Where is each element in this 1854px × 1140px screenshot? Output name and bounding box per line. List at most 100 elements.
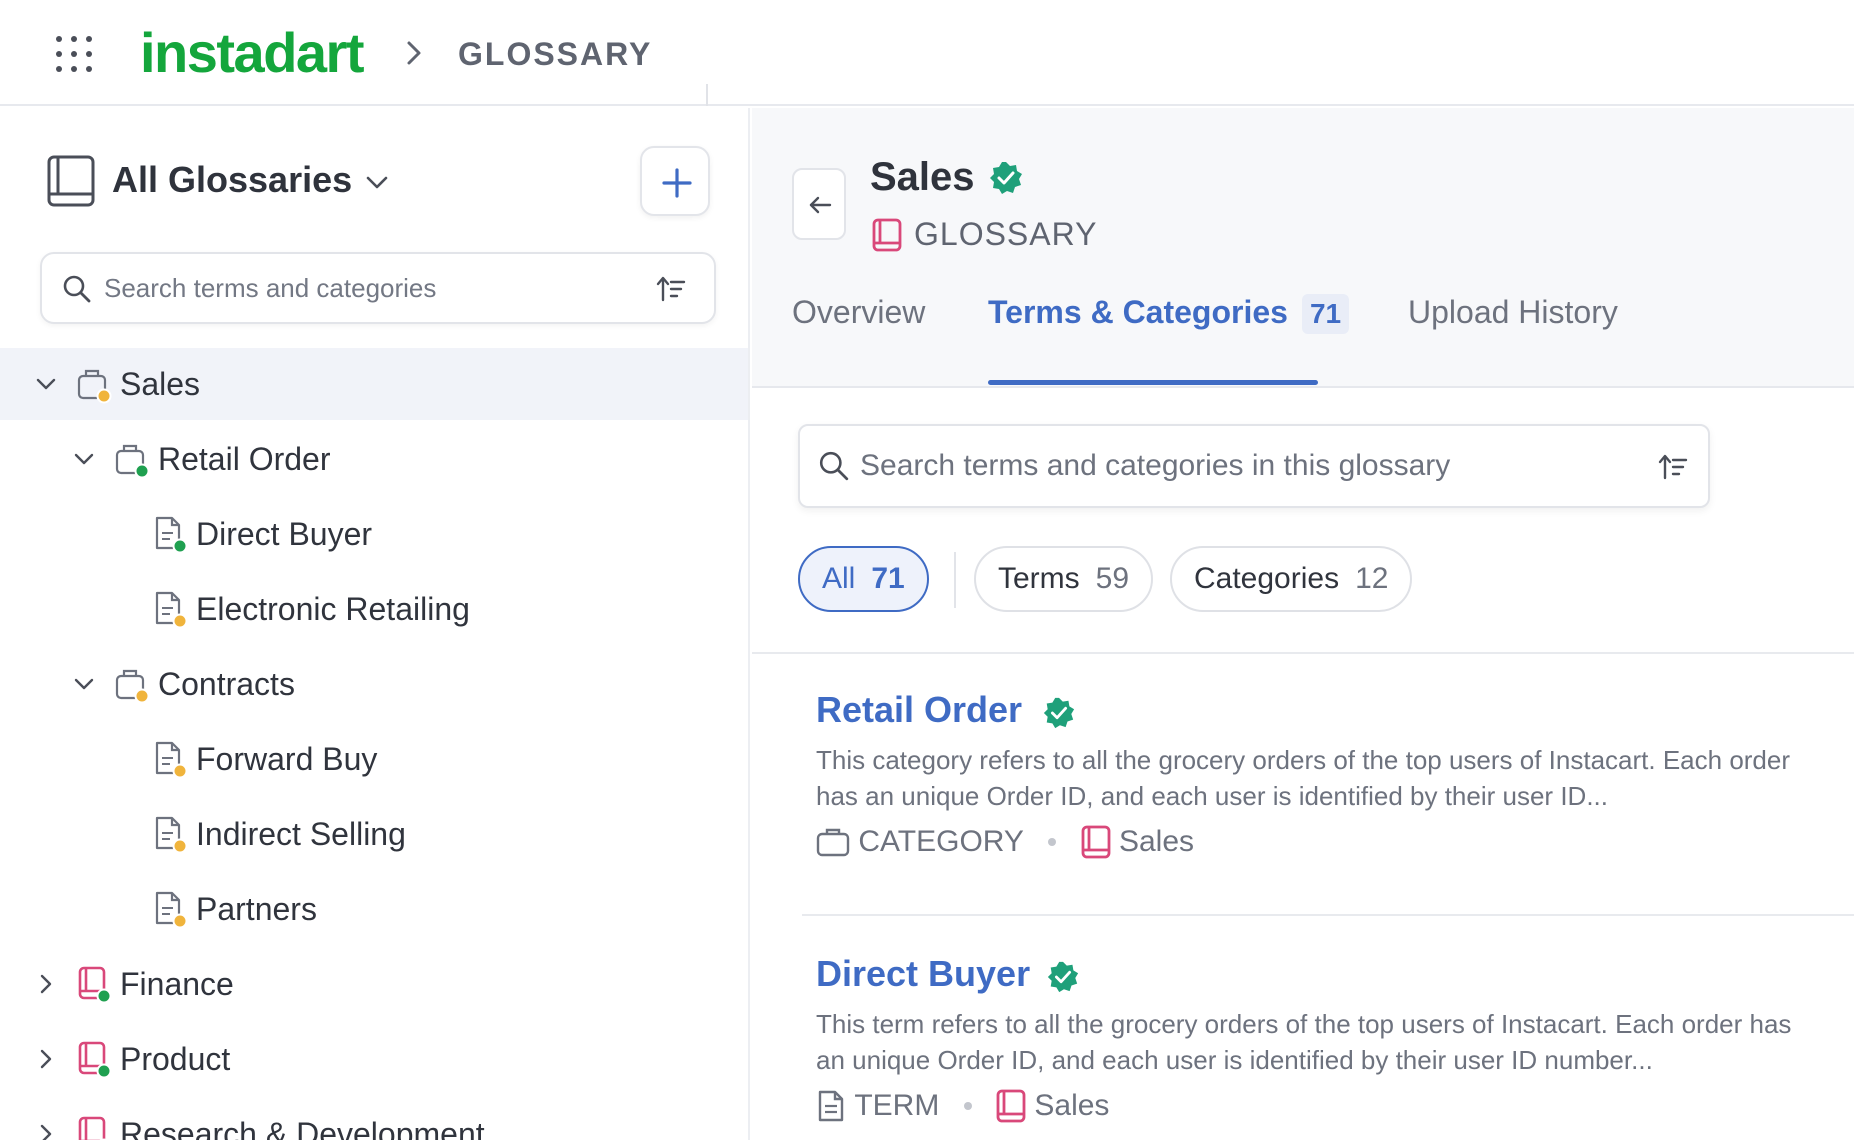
glossary-search-input[interactable] [860, 444, 1640, 488]
detail-header: Sales GLOSSARY Overview Terms & Categori… [752, 108, 1854, 388]
sidebar-item-sales[interactable]: Sales [0, 348, 748, 420]
chevron-right-icon[interactable] [34, 1122, 58, 1140]
item-glossary[interactable]: Sales [1119, 825, 1194, 858]
category-icon [115, 444, 150, 479]
chevron-right-icon[interactable] [34, 972, 58, 996]
sidebar-search-input[interactable] [104, 266, 644, 310]
asset-type-label: GLOSSARY [914, 216, 1098, 252]
filter-divider [954, 552, 956, 608]
term-icon [155, 516, 188, 554]
search-icon [63, 275, 91, 303]
sidebar-item-partners[interactable]: Partners [0, 873, 748, 945]
item-title[interactable]: Retail Order [816, 688, 1022, 732]
sidebar-item-indirect-selling[interactable]: Indirect Selling [0, 798, 748, 870]
sidebar-item-electronic-retailing[interactable]: Electronic Retailing [0, 573, 748, 645]
category-icon [115, 669, 150, 704]
tab-count-badge: 71 [1301, 294, 1350, 334]
sidebar-item-research-development[interactable]: Research & Development [0, 1098, 748, 1140]
page-title: Sales [870, 155, 975, 199]
divider [802, 914, 1854, 916]
filter-label: Categories [1194, 562, 1340, 595]
sidebar-item-direct-buyer[interactable]: Direct Buyer [0, 498, 748, 570]
term-icon [818, 1090, 844, 1122]
sort-icon[interactable] [1658, 452, 1688, 482]
search-icon [819, 451, 849, 481]
separator-dot [1048, 838, 1057, 847]
glossary-search [798, 424, 1710, 508]
sidebar-item-label: Finance [120, 966, 234, 1002]
item-meta: TERM Sales [816, 1088, 1109, 1128]
filter-label: All [822, 562, 856, 595]
sidebar-item-forward-buy[interactable]: Forward Buy [0, 723, 748, 795]
chevron-right-icon [407, 41, 421, 65]
verified-icon [1043, 697, 1075, 729]
item-meta: CATEGORY Sales [816, 824, 1194, 864]
glossary-icon [78, 966, 112, 1004]
sidebar-item-label: Contracts [158, 666, 295, 702]
glossary-detail: Sales GLOSSARY Overview Terms & Categori… [752, 108, 1854, 1140]
sidebar-item-label: Forward Buy [196, 741, 378, 777]
glossary-icon [78, 1116, 109, 1140]
tab-terms-categories[interactable]: Terms & Categories 71 [988, 292, 1350, 334]
divider [752, 652, 1854, 654]
chevron-down-icon[interactable] [364, 174, 390, 192]
tab-upload-history[interactable]: Upload History [1408, 292, 1618, 332]
tab-overview[interactable]: Overview [792, 292, 925, 332]
glossary-icon [872, 218, 902, 252]
top-bar: instadart GLOSSARY [0, 0, 1854, 106]
instadart-logo[interactable]: instadart [140, 20, 365, 86]
filter-label: Terms [998, 562, 1080, 595]
separator-dot [963, 1102, 972, 1111]
chevron-down-icon[interactable] [34, 372, 58, 396]
item-type: TERM [854, 1089, 940, 1123]
breadcrumb-current: GLOSSARY [458, 36, 653, 72]
app-grid-icon[interactable] [56, 36, 96, 74]
sort-icon[interactable] [656, 274, 686, 304]
chevron-right-icon[interactable] [34, 1047, 58, 1071]
sidebar-item-label: Direct Buyer [196, 516, 373, 552]
term-icon [155, 891, 188, 929]
sidebar-item-label: Sales [120, 366, 201, 402]
category-icon [816, 828, 850, 857]
verified-icon [1047, 961, 1079, 993]
sidebar-item-retail-order[interactable]: Retail Order [0, 423, 748, 495]
item-title[interactable]: Direct Buyer [816, 952, 1030, 996]
item-glossary[interactable]: Sales [1034, 1089, 1109, 1122]
term-icon [155, 741, 188, 779]
filter-terms[interactable]: Terms 59 [974, 546, 1154, 612]
filter-count: 12 [1355, 562, 1389, 595]
glossary-sidebar: All Glossaries Sales Retail Order Direct B… [0, 108, 750, 1140]
item-type: CATEGORY [858, 825, 1024, 859]
glossary-icon [78, 1041, 112, 1079]
sidebar-item-label: Retail Order [158, 441, 331, 477]
sidebar-search [40, 252, 716, 324]
chevron-down-icon[interactable] [72, 672, 96, 696]
item-description: This category refers to all the grocery … [816, 745, 1791, 811]
sidebar-item-label: Research & Development [120, 1116, 485, 1140]
divider [706, 84, 708, 106]
term-icon [155, 816, 188, 854]
item-description: This term refers to all the grocery orde… [816, 1009, 1792, 1075]
category-icon [77, 369, 112, 404]
term-icon [155, 591, 188, 629]
filter-categories[interactable]: Categories 12 [1170, 546, 1413, 612]
filter-count: 71 [871, 562, 905, 595]
plus-icon [662, 168, 692, 198]
sidebar-item-label: Electronic Retailing [196, 591, 470, 627]
sidebar-item-finance[interactable]: Finance [0, 948, 748, 1020]
verified-icon [990, 162, 1022, 194]
arrow-left-icon [809, 196, 832, 214]
chevron-down-icon[interactable] [72, 447, 96, 471]
glossary-selector[interactable]: All Glossaries [112, 158, 352, 202]
filter-count: 59 [1095, 562, 1130, 595]
sidebar-item-product[interactable]: Product [0, 1023, 748, 1095]
book-icon [47, 155, 95, 207]
add-glossary-button[interactable] [640, 146, 710, 216]
tab-label: Terms & Categories [988, 294, 1288, 330]
back-button[interactable] [792, 168, 846, 240]
sidebar-item-label: Product [120, 1041, 231, 1077]
sidebar-item-contracts[interactable]: Contracts [0, 648, 748, 720]
filter-all[interactable]: All 71 [798, 546, 929, 612]
sidebar-item-label: Indirect Selling [196, 816, 406, 852]
active-tab-indicator [988, 380, 1318, 385]
